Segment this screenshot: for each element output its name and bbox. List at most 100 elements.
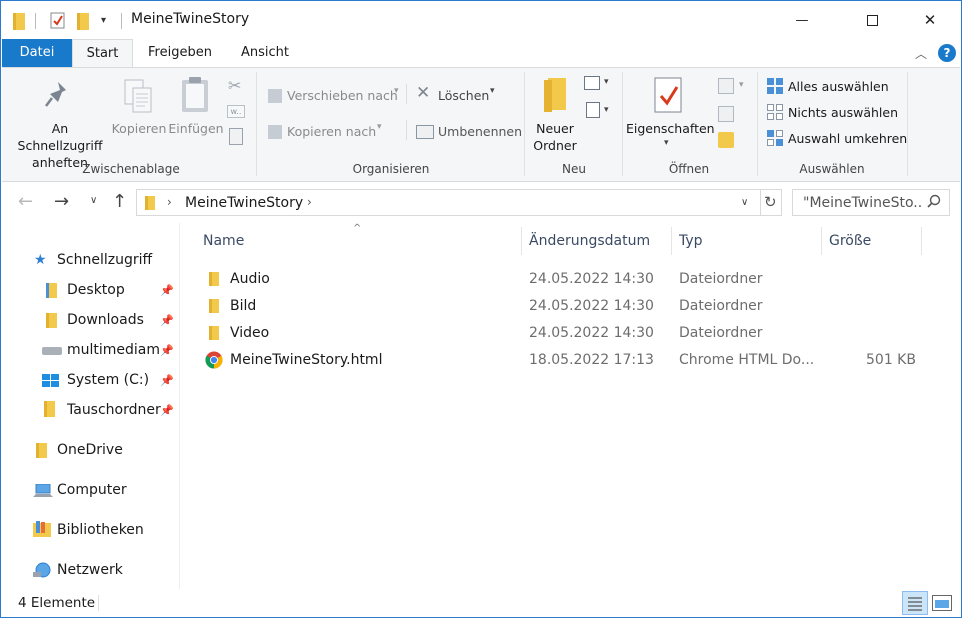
close-button[interactable]: ✕ <box>907 1 953 39</box>
column-header-name[interactable]: Name <box>203 233 244 249</box>
group-separator <box>907 72 908 176</box>
computer-icon <box>33 483 53 502</box>
column-header-date[interactable]: Änderungsdatum <box>529 233 650 249</box>
table-row[interactable]: Audio 24.05.2022 14:30 Dateiordner <box>201 266 941 293</box>
navigation-bar: ← → ∨ ↑ › MeineTwineStory › ∨ ↻ "MeineTw… <box>2 183 960 223</box>
back-arrow-icon[interactable]: ← <box>18 191 33 212</box>
move-to-icon <box>268 89 282 103</box>
customize-qa-chevron-icon[interactable]: ▾ <box>101 15 106 26</box>
large-icons-view-button[interactable] <box>932 595 952 611</box>
easy-access-icon[interactable] <box>586 102 600 118</box>
properties-chevron-icon[interactable]: ▾ <box>664 138 669 148</box>
maximize-button[interactable] <box>849 1 895 39</box>
delete-button[interactable]: Löschen <box>438 87 489 104</box>
new-item-chevron-icon[interactable]: ▾ <box>604 77 609 87</box>
minimize-button[interactable]: — <box>779 1 825 39</box>
search-box[interactable]: "MeineTwineSto... <box>792 189 950 216</box>
divider <box>98 595 99 611</box>
select-all-button[interactable]: Alles auswählen <box>788 78 889 95</box>
onedrive-folder-icon <box>36 443 47 458</box>
move-to-button[interactable]: Verschieben nach <box>287 87 398 104</box>
nav-item-quick-access[interactable]: Schnellzugriff <box>57 252 152 268</box>
file-size: 501 KB <box>866 352 916 368</box>
select-none-button[interactable]: Nichts auswählen <box>788 104 898 121</box>
nav-item-downloads[interactable]: Downloads <box>67 312 144 328</box>
pin-icon: 📌 <box>160 374 174 387</box>
open-chevron-icon: ▾ <box>739 80 744 90</box>
new-folder-label-line1: Neuer <box>536 121 574 136</box>
breadcrumb-chevron-icon[interactable]: › <box>167 195 172 209</box>
table-row[interactable]: Video 24.05.2022 14:30 Dateiordner <box>201 320 941 347</box>
file-date: 18.05.2022 17:13 <box>529 352 654 368</box>
breadcrumb-current[interactable]: MeineTwineStory <box>185 195 303 211</box>
tab-start[interactable]: Start <box>72 39 133 68</box>
edit-icon[interactable] <box>718 106 734 122</box>
column-separator[interactable] <box>671 227 672 255</box>
column-separator[interactable] <box>521 227 522 255</box>
column-header-type[interactable]: Typ <box>679 233 703 249</box>
close-icon: ✕ <box>923 11 937 29</box>
folder-icon[interactable] <box>13 13 25 30</box>
address-bar[interactable]: › MeineTwineStory › ∨ ↻ <box>136 189 782 216</box>
open-icon[interactable] <box>718 78 734 94</box>
table-row[interactable]: MeineTwineStory.html 18.05.2022 17:13 Ch… <box>201 347 941 374</box>
table-row[interactable]: Bild 24.05.2022 14:30 Dateiordner <box>201 293 941 320</box>
properties-icon <box>653 76 685 118</box>
group-separator <box>256 72 257 176</box>
file-name: Video <box>230 325 270 341</box>
tab-datei[interactable]: Datei <box>2 39 72 67</box>
pin-icon: 📌 <box>160 344 174 357</box>
history-icon[interactable] <box>718 132 734 148</box>
column-separator[interactable] <box>921 227 922 255</box>
pin-icon: 📌 <box>160 284 174 297</box>
nav-item-network[interactable]: Netzwerk <box>57 562 123 578</box>
new-folder-button[interactable]: Neuer Ordner <box>530 120 580 154</box>
search-icon[interactable] <box>927 194 941 212</box>
refresh-icon[interactable]: ↻ <box>764 193 777 211</box>
rename-icon <box>416 125 434 139</box>
shared-folder-icon <box>44 401 55 417</box>
recent-chevron-icon[interactable]: ∨ <box>90 195 97 206</box>
nav-item-computer[interactable]: Computer <box>57 482 127 498</box>
search-input[interactable]: "MeineTwineSto... <box>803 195 923 211</box>
breadcrumb-chevron-icon[interactable]: › <box>307 195 312 209</box>
copy-to-chevron-icon: ▾ <box>377 122 382 132</box>
tab-freigeben[interactable]: Freigeben <box>135 39 225 67</box>
details-view-button[interactable] <box>902 591 928 615</box>
copy-path-icon[interactable]: w.. <box>227 105 245 118</box>
window-title: MeineTwineStory <box>131 11 250 27</box>
nav-item-desktop[interactable]: Desktop <box>67 282 125 298</box>
properties-button[interactable]: Eigenschaften <box>626 120 715 137</box>
rename-button[interactable]: Umbenennen <box>438 123 522 140</box>
column-header-size[interactable]: Größe <box>829 233 871 249</box>
address-dropdown-chevron-icon[interactable]: ∨ <box>741 197 748 208</box>
easy-access-chevron-icon[interactable]: ▾ <box>604 105 609 115</box>
invert-selection-button[interactable]: Auswahl umkehren <box>788 130 907 147</box>
help-icon[interactable]: ? <box>938 44 956 62</box>
network-drive-icon <box>42 347 62 355</box>
nav-item-onedrive[interactable]: OneDrive <box>57 442 123 458</box>
column-separator[interactable] <box>821 227 822 255</box>
delete-chevron-icon[interactable]: ▾ <box>490 86 495 96</box>
copy-button[interactable]: Kopieren <box>110 120 168 137</box>
copy-to-icon <box>268 125 282 139</box>
cut-icon[interactable]: ✂ <box>228 76 241 95</box>
pin-label-line1: An Schnellzugriff <box>17 121 103 153</box>
up-arrow-icon[interactable]: ↑ <box>112 191 127 212</box>
file-date: 24.05.2022 14:30 <box>529 298 654 314</box>
copy-icon <box>123 78 155 118</box>
windows-drive-icon <box>42 374 60 392</box>
new-item-icon[interactable] <box>584 76 600 90</box>
forward-arrow-icon[interactable]: → <box>54 191 69 212</box>
paste-shortcut-icon[interactable] <box>229 128 243 145</box>
nav-item-tauschordner[interactable]: Tauschordner <box>67 402 161 418</box>
nav-item-multimediam[interactable]: multimediam <box>67 342 159 358</box>
paste-button[interactable]: Einfügen <box>168 120 224 137</box>
nav-item-libraries[interactable]: Bibliotheken <box>57 522 144 538</box>
nav-item-system-c[interactable]: System (C:) <box>67 372 149 388</box>
collapse-ribbon-chevron-icon[interactable]: ︿ <box>915 45 927 62</box>
properties-qa-icon[interactable] <box>50 11 66 33</box>
copy-to-button[interactable]: Kopieren nach <box>287 123 376 140</box>
tab-ansicht[interactable]: Ansicht <box>229 39 301 67</box>
new-folder-qa-icon[interactable] <box>77 13 89 30</box>
